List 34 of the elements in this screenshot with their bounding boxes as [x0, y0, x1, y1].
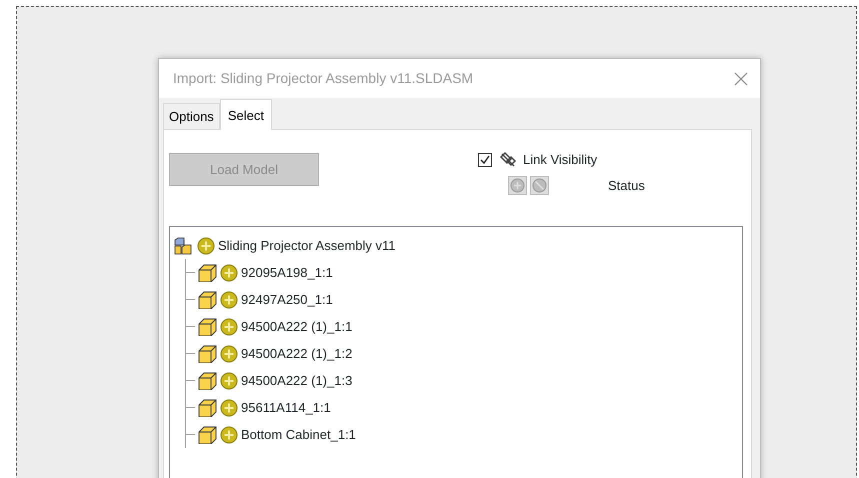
status-icon: [220, 426, 238, 444]
part-icon: [198, 290, 217, 308]
tree-item-label[interactable]: 94500A222 (1)_1:2: [241, 344, 352, 364]
add-status-button[interactable]: [508, 176, 527, 196]
part-icon: [198, 398, 217, 416]
part-icon: [198, 426, 217, 444]
tree-item-label[interactable]: Sliding Projector Assembly v11: [218, 236, 396, 256]
part-icon: [198, 344, 217, 362]
tree-item-label[interactable]: 92497A250_1:1: [241, 290, 333, 310]
tree-item-label[interactable]: 92095A198_1:1: [241, 262, 333, 282]
part-icon: [198, 372, 217, 390]
tab[interactable]: Options: [163, 102, 220, 129]
status-icon: [220, 372, 238, 390]
tree-item-label[interactable]: 94500A222 (1)_1:1: [241, 316, 352, 336]
tree-item-label[interactable]: 94500A222 (1)_1:3: [241, 370, 352, 390]
tree-item-label[interactable]: Bottom Cabinet_1:1: [241, 424, 356, 444]
status-icon: [220, 290, 238, 308]
part-icon: [198, 264, 217, 282]
status-icon: [220, 318, 238, 336]
window-title: Import: Sliding Projector Assembly v11.SLDASM: [173, 69, 474, 88]
link-icon: [498, 150, 516, 169]
status-icon: [220, 398, 238, 416]
link-visibility-checkbox[interactable]: [478, 152, 492, 167]
assembly-icon: [174, 236, 194, 254]
link-visibility-label: Link Visibility: [523, 151, 598, 169]
tab[interactable]: Select: [220, 98, 272, 130]
tree-item-label[interactable]: 95611A114_1:1: [241, 398, 331, 418]
part-icon: [198, 318, 217, 336]
close-icon[interactable]: [734, 72, 748, 86]
status-icon: [220, 264, 238, 282]
status-icon: [197, 236, 215, 254]
status-icon: [220, 344, 238, 362]
status-label: Status: [608, 177, 645, 195]
remove-status-button[interactable]: [530, 176, 549, 196]
